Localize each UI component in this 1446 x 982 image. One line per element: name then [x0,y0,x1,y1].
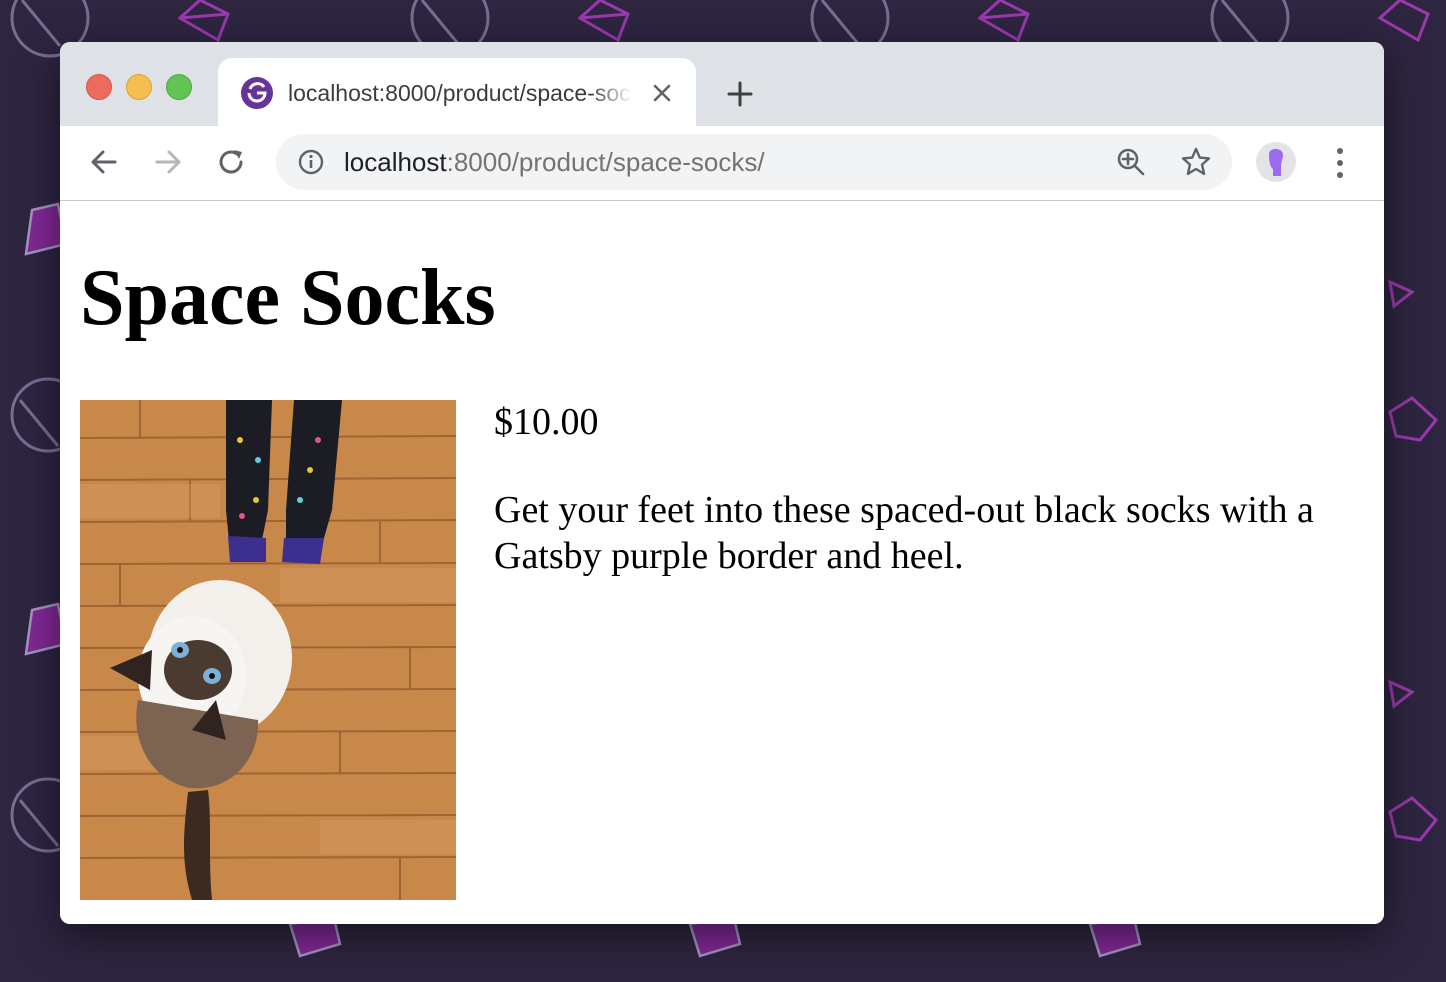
browser-window: localhost:8000/product/space-socks/ loca… [60,42,1384,924]
avatar[interactable] [1256,142,1296,182]
active-tab[interactable]: localhost:8000/product/space-socks/ [218,58,696,126]
cat-and-socks-photo [80,400,456,900]
close-window-button[interactable] [86,74,112,100]
close-icon[interactable] [650,81,674,105]
product-image [80,400,456,900]
browser-toolbar: localhost:8000/product/space-socks/ [60,126,1384,201]
arrow-right-icon[interactable] [152,146,184,178]
minimize-window-button[interactable] [126,74,152,100]
arrow-left-icon[interactable] [88,146,120,178]
gatsby-logo-icon [241,77,273,109]
tab-strip: localhost:8000/product/space-socks/ [60,42,1384,126]
product-description: Get your feet into these spaced-out blac… [494,489,1314,577]
url-text[interactable]: localhost:8000/product/space-socks/ [344,146,765,178]
kebab-menu-icon[interactable] [1328,146,1352,180]
page-title: Space Socks [80,254,496,342]
address-bar[interactable]: localhost:8000/product/space-socks/ [276,134,1232,190]
reload-icon[interactable] [216,146,248,178]
url-host: localhost [344,147,447,177]
plus-icon[interactable] [726,80,754,108]
zoom-in-icon[interactable] [1116,147,1146,177]
info-icon[interactable] [298,149,324,175]
page-content: Space Socks $10.00 Get your feet into th… [60,201,1384,924]
maximize-window-button[interactable] [166,74,192,100]
tab-title: localhost:8000/product/space-socks/ [288,80,632,106]
profile-icon [1269,148,1283,176]
product-price: $10.00 [494,401,599,443]
url-path: :8000/product/space-socks/ [446,147,765,177]
star-icon[interactable] [1180,146,1212,178]
